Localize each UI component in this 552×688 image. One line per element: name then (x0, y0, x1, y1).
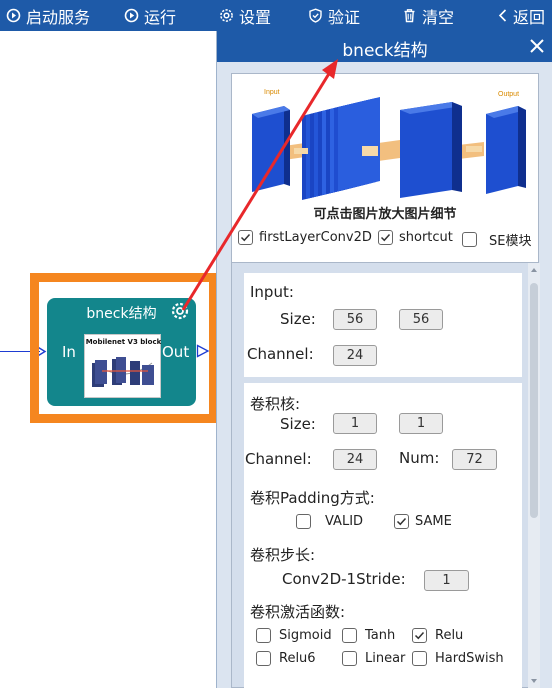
settings-label: 设置 (239, 7, 272, 27)
input-channel-field[interactable]: 24 (333, 345, 377, 366)
node-thumbnail: Mobilenet V3 block (84, 334, 161, 398)
image-caption: 可点击图片放大图片细节 (313, 207, 457, 222)
panel-title: bneck结构 (342, 41, 428, 61)
padding-option-same[interactable]: SAME (394, 514, 452, 529)
run-label: 运行 (144, 7, 177, 27)
panel-header: bneck结构 (217, 31, 552, 62)
activation-option-label: HardSwish (435, 651, 504, 666)
activation-label: 卷积激活函数: (250, 603, 346, 621)
vertical-scrollbar[interactable] (528, 263, 540, 688)
option-shortcut[interactable]: shortcut (378, 230, 453, 245)
power-icon (6, 8, 21, 23)
gear-icon (219, 8, 234, 23)
node-gear-icon[interactable] (170, 301, 190, 321)
activation-option-relu6[interactable]: Relu6 (256, 651, 316, 666)
padding-label: 卷积Padding方式: (250, 489, 375, 507)
structure-image-box: Input Output 可点击图片放大图片细节 firstLayerConv2… (231, 73, 539, 285)
properties-panel: bneck结构 Input Output 可点击图片放大图片细节 firstLa… (216, 31, 552, 688)
activation-option-label: Tanh (365, 628, 396, 643)
padding-option-valid[interactable]: VALID (296, 514, 363, 529)
scroll-down-arrow-icon[interactable] (530, 677, 538, 685)
top-toolbar: 启动服务 运行 设置 验证 清空 返回 (0, 0, 552, 31)
node-out-label: Out (162, 343, 190, 361)
option-label: shortcut (399, 230, 453, 245)
input-heading: Input: (250, 283, 294, 301)
activation-option-linear[interactable]: Linear (342, 651, 405, 666)
checkbox-hardswish[interactable] (412, 651, 427, 666)
trash-icon (402, 8, 417, 23)
activation-option-label: Linear (365, 651, 406, 666)
node-in-label: In (62, 343, 76, 361)
kernel-num-field[interactable]: 72 (452, 449, 497, 470)
padding-option-label: VALID (325, 514, 364, 529)
kernel-section: 卷积核: Size: 1 1 Channel: 24 Num: 72 卷积Pad… (244, 383, 522, 688)
verify-button[interactable]: 验证 (308, 0, 360, 31)
stride-field[interactable]: 1 (424, 570, 469, 591)
settings-scroll-area[interactable]: Input: Size: 56 56 Channel: 24 卷积核: Size… (231, 262, 540, 688)
settings-button[interactable]: 设置 (219, 0, 271, 31)
block-diagram-image (92, 357, 154, 387)
scroll-up-arrow-icon[interactable] (530, 266, 538, 274)
checkbox-relu6[interactable] (256, 651, 271, 666)
kernel-heading: 卷积核: (250, 395, 301, 413)
kernel-channel-label: Channel: (245, 450, 312, 468)
stride-field-label: Conv2D-1Stride: (282, 570, 406, 588)
run-button[interactable]: 运行 (124, 0, 176, 31)
image-input-label: Input (264, 89, 280, 96)
input-section: Input: Size: 56 56 Channel: 24 (244, 273, 522, 377)
input-channel-label: Channel: (247, 345, 314, 363)
bneck-node[interactable]: bneck结构 In Out Mobilenet V3 block (47, 298, 196, 406)
checkbox-linear[interactable] (342, 651, 357, 666)
option-se-module[interactable]: SE模块 (462, 230, 531, 249)
checkbox-first-layer-conv2d[interactable] (238, 230, 253, 245)
activation-option-label: Relu (435, 628, 464, 643)
checkbox-sigmoid[interactable] (256, 628, 271, 643)
checkbox-se-module[interactable] (462, 232, 477, 247)
output-port-icon[interactable] (196, 344, 210, 358)
start-service-button[interactable]: 启动服务 (6, 0, 90, 31)
kernel-size-width-field[interactable]: 1 (333, 413, 377, 434)
kernel-num-label: Num: (399, 449, 440, 467)
input-size-width-field[interactable]: 56 (333, 309, 377, 330)
checkbox-shortcut[interactable] (378, 230, 393, 245)
play-icon (124, 8, 139, 23)
kernel-size-label: Size: (280, 415, 316, 433)
bneck-structure-image[interactable]: Input Output (240, 80, 532, 206)
activation-option-label: Relu6 (279, 651, 316, 666)
input-size-height-field[interactable]: 56 (399, 309, 443, 330)
image-output-label: Output (498, 91, 519, 98)
checkbox-relu[interactable] (412, 628, 427, 643)
activation-option-hardswish[interactable]: HardSwish (412, 651, 504, 666)
clear-label: 清空 (422, 7, 455, 27)
back-label: 返回 (513, 7, 546, 27)
activation-option-sigmoid[interactable]: Sigmoid (256, 628, 332, 643)
input-size-label: Size: (280, 310, 316, 328)
activation-option-label: Sigmoid (279, 628, 332, 643)
thumbnail-title: Mobilenet V3 block (85, 338, 162, 346)
verify-label: 验证 (328, 7, 361, 27)
option-label: firstLayerConv2D (259, 230, 372, 245)
kernel-size-height-field[interactable]: 1 (399, 413, 443, 434)
option-label: SE模块 (489, 234, 532, 249)
shield-icon (308, 8, 323, 23)
kernel-channel-field[interactable]: 24 (333, 449, 377, 470)
activation-option-relu[interactable]: Relu (412, 628, 463, 643)
scrollbar-thumb[interactable] (530, 283, 538, 518)
clear-button[interactable]: 清空 (402, 0, 454, 31)
checkbox-padding-same[interactable] (394, 514, 409, 529)
stride-label: 卷积步长: (250, 546, 316, 564)
checkbox-tanh[interactable] (342, 628, 357, 643)
start-service-label: 启动服务 (26, 7, 91, 27)
option-first-layer-conv2d[interactable]: firstLayerConv2D (238, 230, 372, 245)
chevron-left-icon (497, 8, 508, 23)
activation-option-tanh[interactable]: Tanh (342, 628, 395, 643)
close-icon[interactable] (527, 36, 547, 56)
checkbox-padding-valid[interactable] (296, 514, 311, 529)
padding-option-label: SAME (415, 514, 452, 529)
back-button[interactable]: 返回 (497, 0, 545, 31)
